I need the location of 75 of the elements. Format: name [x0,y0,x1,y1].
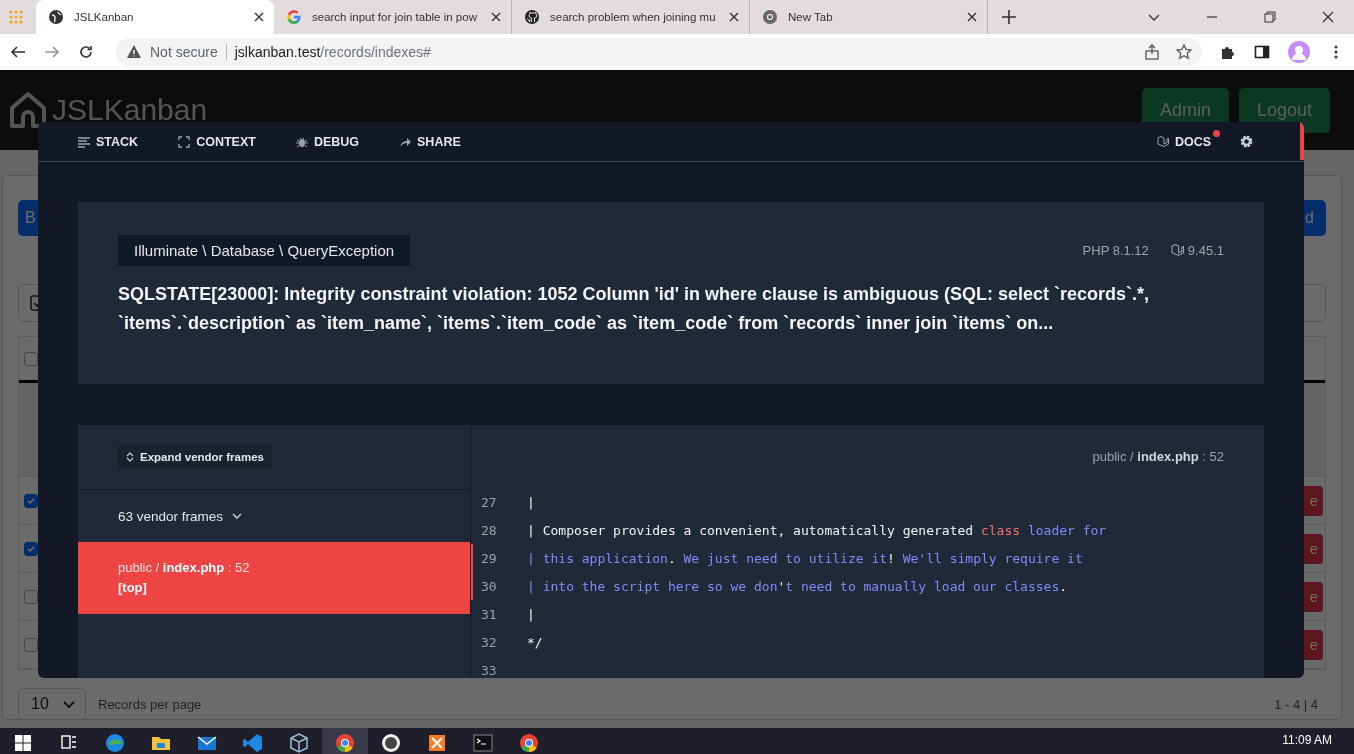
exception-class: Illuminate \ Database \ QueryException [118,235,411,266]
php-version: PHP 8.1.12 [1082,243,1149,258]
line-number: 31 [480,606,498,622]
expand-vendor-button[interactable]: Expand vendor frames [118,445,272,469]
share-icon[interactable] [1144,44,1160,60]
stack-frame[interactable]: public / index.php : 52 [top] [78,542,470,614]
line-number: 29 [480,550,498,566]
row-checkbox[interactable] [24,493,38,508]
expand-icon [178,135,191,148]
row-checkbox[interactable] [24,541,38,556]
browser-tab[interactable]: search problem when joining mu [512,0,750,34]
nav-tab[interactable]: STACK [78,134,139,149]
clock-time: 11:09 AM [1282,732,1333,747]
browser-tab[interactable]: JSLKanban [36,0,274,34]
close-icon[interactable] [967,12,977,22]
line-number: 33 [480,662,498,678]
line-number: 32 [480,634,498,650]
docs-link[interactable]: DOCS [1156,134,1211,149]
list-icon [78,135,90,148]
reload-icon[interactable] [78,44,94,60]
share-icon [399,135,412,148]
url-text: jslkanban.test/records/indexes# [234,44,431,60]
favicon-icon [286,9,302,25]
code-line-text: | this application. We just need to utilize it! We'll simply require it [527,550,1083,566]
close-icon[interactable] [254,12,264,22]
pagination-range: 1 - 4 | 4 [1274,696,1318,712]
close-icon[interactable] [491,12,501,22]
new-tab-icon[interactable] [1002,10,1016,24]
browser-tab[interactable]: New Tab [750,0,988,34]
favicon-icon [48,9,64,25]
line-number: 27 [480,494,498,510]
code-line-text: | Composer provides a convenient, automatically generated class loader for [527,522,1107,538]
nav-tab[interactable]: DEBUG [295,134,360,149]
line-number: 28 [480,522,498,538]
forward-icon[interactable] [44,44,60,60]
sidebar-icon[interactable] [1254,44,1270,60]
exception-message: SQLSTATE[23000]: Integrity constraint violation: 1052 Column 'id' in where clause is ambiguous (SQL: select `records`.*, `items`.`description` as `item_name`, `items`.`item_code` as `item_code` from `records` inner join `items` on... [118,283,1151,335]
warning-icon [126,44,142,60]
security-label: Not secure [150,44,218,60]
file-path: public / index.php : 52 [1092,449,1224,464]
chevron-down-icon [63,698,75,710]
per-page-select[interactable]: 10 [18,688,86,720]
logo-text: JSLKanban [52,93,208,127]
favicon-icon [524,9,540,25]
framework-version: 9.45.1 [1187,243,1224,258]
star-icon[interactable] [1176,44,1192,60]
terminal-icon [472,732,494,754]
code-line-text: */ [527,634,543,650]
line-number: 30 [480,578,498,594]
address-bar[interactable]: Not secure jslkanban.test/records/indexes# [116,38,1202,66]
vendor-frames-toggle[interactable]: 63 vendor frames [78,490,470,542]
settings-icon[interactable] [1239,134,1254,149]
back-icon[interactable] [10,44,26,60]
code-line-text: | [527,494,535,510]
scroll-indicator [1300,122,1304,160]
nav-tab[interactable]: SHARE [399,134,461,149]
bug-icon [295,135,308,148]
taskbar-button[interactable] [322,728,368,754]
browser-tab[interactable]: search input for join table in pow [274,0,512,34]
updown-icon [126,452,134,462]
nav-tab[interactable]: CONTEXT [178,134,256,149]
check-icon [26,543,36,554]
code-line-text: | [527,606,535,622]
home-icon[interactable] [8,90,48,130]
code-line-text: | into the script here so we don't need to manually load our classes. [527,578,1068,594]
close-icon[interactable] [1322,11,1334,23]
cube-icon [288,732,310,754]
restore-icon[interactable] [1264,11,1276,23]
per-page-label: Records per page [98,696,202,712]
close-icon[interactable] [729,12,739,22]
puzzle-icon[interactable] [1220,44,1236,60]
check-icon [26,495,36,506]
windows-icon [12,732,34,754]
code-editor-icon [242,732,264,754]
favicon-icon [762,9,778,25]
